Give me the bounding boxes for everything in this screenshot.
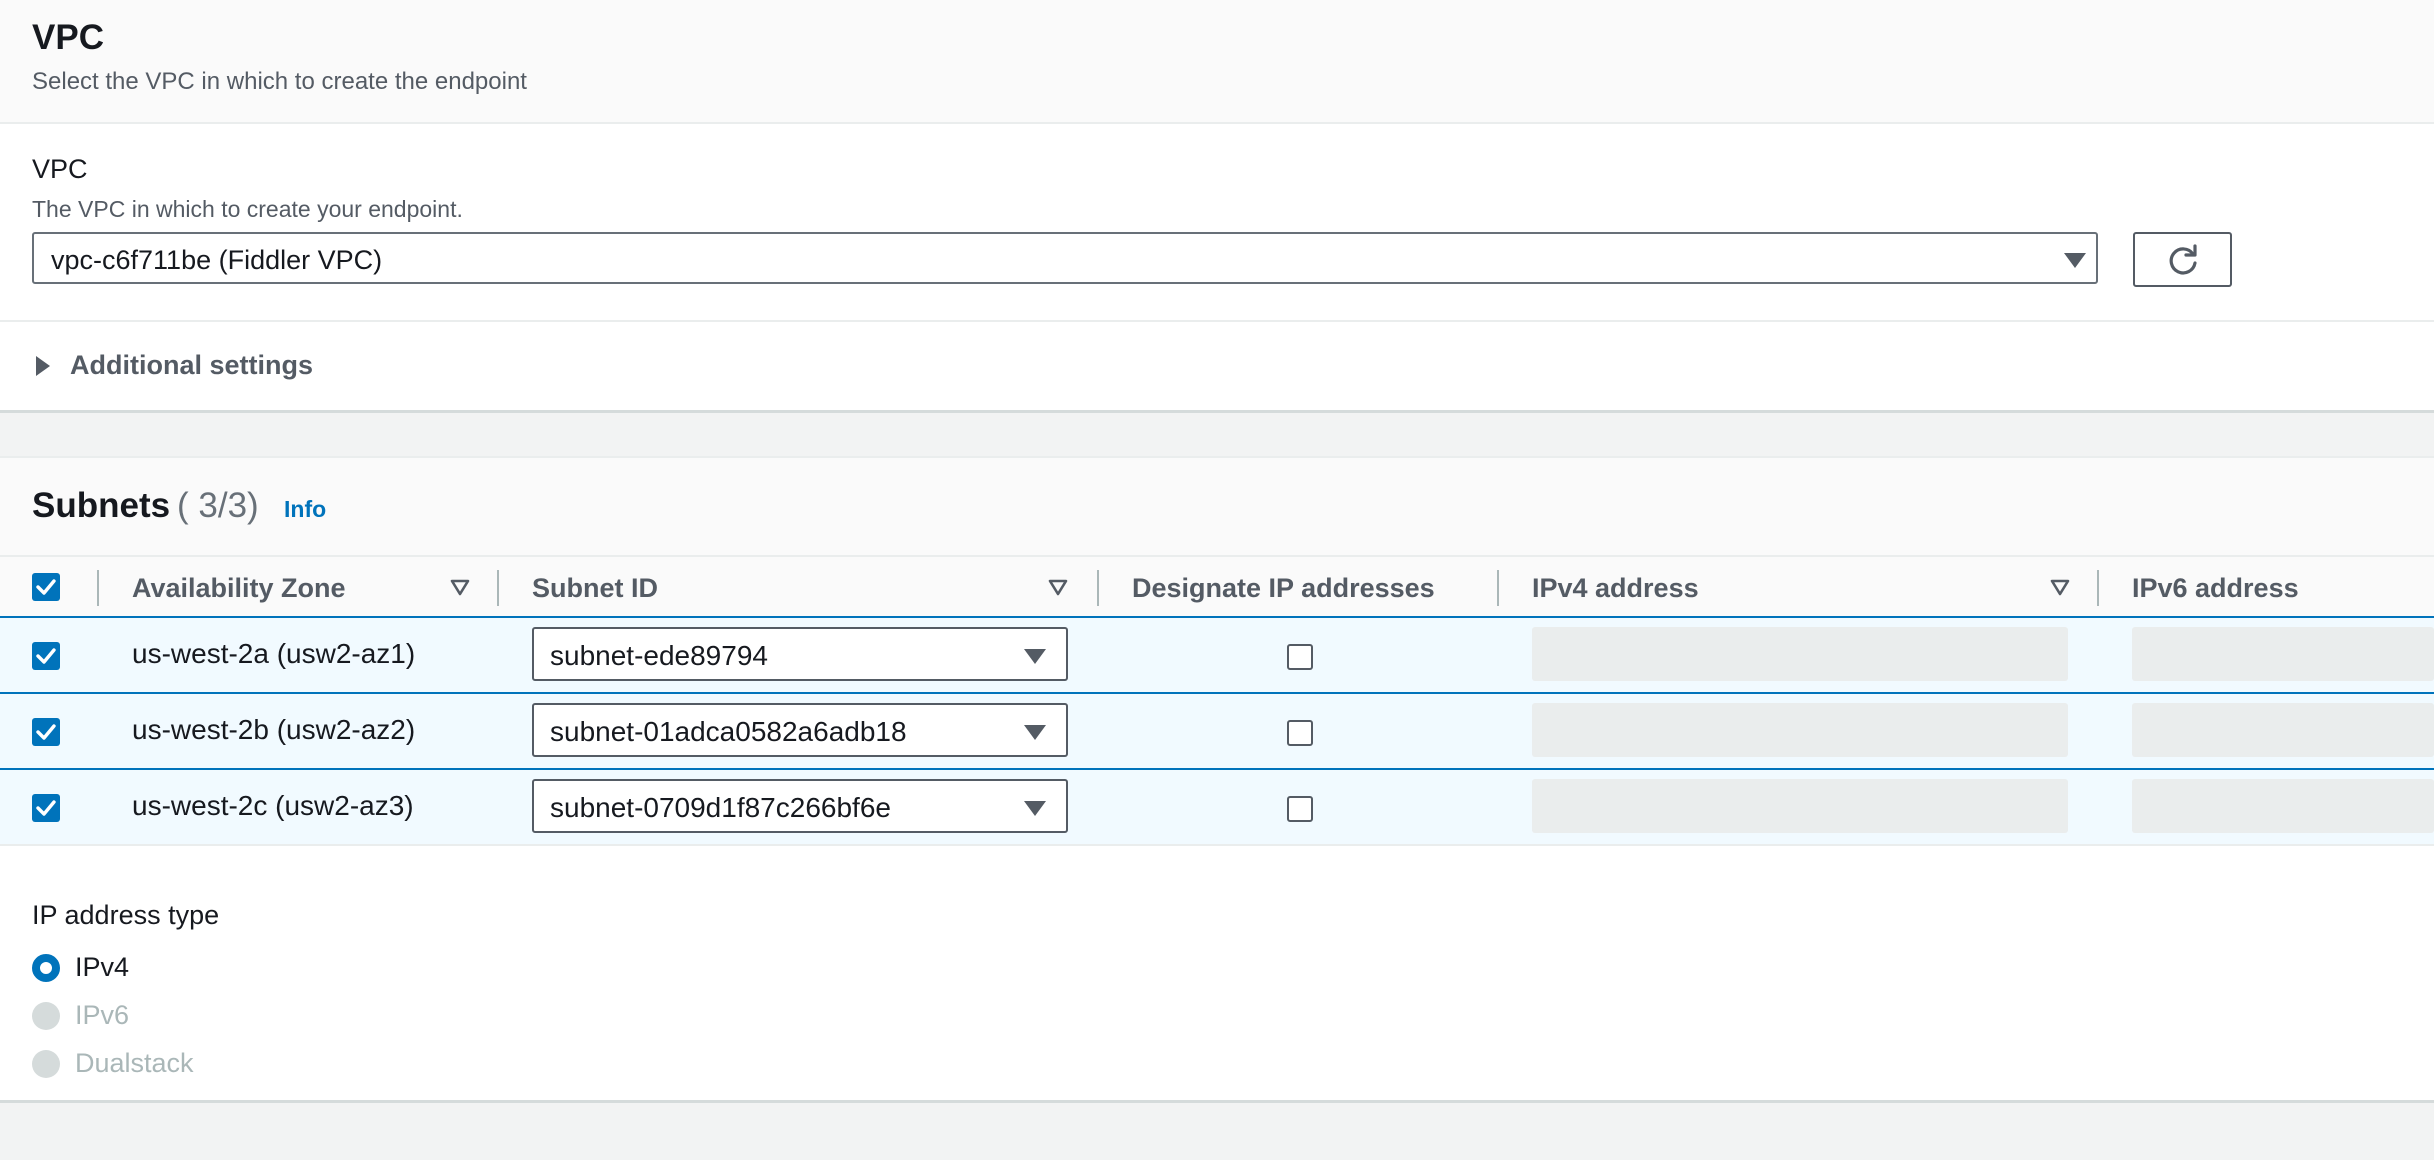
subnets-panel: Subnets ( 3/3) Info Availability Zone Su… xyxy=(0,456,2434,881)
column-header-ipv6-address: IPv6 address xyxy=(2132,573,2299,603)
availability-zone-cell: us-west-2a (usw2-az1) xyxy=(132,638,416,669)
column-separator xyxy=(97,570,99,606)
checkmark-icon xyxy=(36,579,56,595)
caret-down-icon xyxy=(1024,649,1046,664)
designate-ip-checkbox[interactable] xyxy=(1287,720,1313,746)
checkmark-icon xyxy=(36,648,56,664)
subnets-table-header: Availability Zone Subnet ID Designate IP… xyxy=(0,555,2434,618)
radio-ipv4[interactable] xyxy=(32,954,60,982)
sort-icon[interactable] xyxy=(1047,577,1069,597)
subnet-id-value: subnet-01adca0582a6adb18 xyxy=(550,716,907,747)
vpc-select-value: vpc-c6f711be (Fiddler VPC) xyxy=(51,245,383,275)
designate-ip-checkbox[interactable] xyxy=(1287,644,1313,670)
vpc-select[interactable]: vpc-c6f711be (Fiddler VPC) xyxy=(32,232,2098,284)
radio-ipv6[interactable] xyxy=(32,1002,60,1030)
refresh-button[interactable] xyxy=(2133,232,2232,287)
caret-down-icon xyxy=(1024,801,1046,816)
sort-icon[interactable] xyxy=(449,577,471,597)
ip-address-type-panel: IP address type IPv4 IPv6 Dualstack xyxy=(0,876,2434,1103)
sort-icon[interactable] xyxy=(2049,577,2071,597)
radio-dualstack[interactable] xyxy=(32,1050,60,1078)
column-header-subnet-id[interactable]: Subnet ID xyxy=(532,573,658,604)
subnet-id-select[interactable]: subnet-0709d1f87c266bf6e xyxy=(532,779,1068,833)
additional-settings-label: Additional settings xyxy=(70,350,313,380)
ipv4-address-input xyxy=(1532,779,2068,833)
refresh-icon xyxy=(2169,244,2197,275)
row-checkbox[interactable] xyxy=(32,718,60,746)
vpc-panel: VPC Select the VPC in which to create th… xyxy=(0,0,2434,413)
ipv6-address-input xyxy=(2132,779,2434,833)
vpc-section-title: VPC xyxy=(32,18,104,57)
radio-ipv6-label: IPv6 xyxy=(75,1000,130,1030)
column-header-designate-ip: Designate IP addresses xyxy=(1132,573,1435,603)
caret-right-icon xyxy=(36,356,50,376)
column-header-availability-zone[interactable]: Availability Zone xyxy=(132,573,346,604)
ipv4-address-input xyxy=(1532,703,2068,757)
subnet-id-select[interactable]: subnet-01adca0582a6adb18 xyxy=(532,703,1068,757)
divider xyxy=(0,320,2434,322)
checkmark-icon xyxy=(36,724,56,740)
table-row[interactable]: us-west-2b (usw2-az2) subnet-01adca0582a… xyxy=(0,694,2434,770)
caret-down-icon xyxy=(1024,725,1046,740)
checkmark-icon xyxy=(36,800,56,816)
column-separator[interactable] xyxy=(497,570,499,606)
ipv4-address-input xyxy=(1532,627,2068,681)
subnets-count: ( 3/3) xyxy=(177,486,259,525)
availability-zone-cell: us-west-2b (usw2-az2) xyxy=(132,714,416,745)
ipv6-address-input xyxy=(2132,703,2434,757)
vpc-section-header: VPC Select the VPC in which to create th… xyxy=(0,0,2434,124)
select-all-checkbox[interactable] xyxy=(32,573,60,601)
subnets-header: Subnets ( 3/3) Info xyxy=(0,458,2434,555)
subnets-title: Subnets xyxy=(32,486,171,525)
radio-dualstack-label: Dualstack xyxy=(75,1048,194,1078)
caret-down-icon xyxy=(2064,253,2086,268)
info-link[interactable]: Info xyxy=(284,496,326,523)
column-header-ipv4-address[interactable]: IPv4 address xyxy=(1532,573,1699,604)
vpc-field-label: VPC xyxy=(32,154,88,184)
row-checkbox[interactable] xyxy=(32,642,60,670)
ip-address-type-label: IP address type xyxy=(32,900,220,930)
column-separator[interactable] xyxy=(1097,570,1099,606)
ipv6-address-input xyxy=(2132,627,2434,681)
radio-ipv4-label[interactable]: IPv4 xyxy=(75,952,129,983)
table-row[interactable]: us-west-2c (usw2-az3) subnet-0709d1f87c2… xyxy=(0,770,2434,846)
designate-ip-checkbox[interactable] xyxy=(1287,796,1313,822)
subnet-id-value: subnet-0709d1f87c266bf6e xyxy=(550,792,891,823)
column-separator[interactable] xyxy=(1497,570,1499,606)
availability-zone-cell: us-west-2c (usw2-az3) xyxy=(132,790,414,821)
row-checkbox[interactable] xyxy=(32,794,60,822)
table-row[interactable]: us-west-2a (usw2-az1) subnet-ede89794 xyxy=(0,618,2434,694)
subnet-id-value: subnet-ede89794 xyxy=(550,640,768,671)
vpc-section-description: Select the VPC in which to create the en… xyxy=(32,68,527,95)
subnet-id-select[interactable]: subnet-ede89794 xyxy=(532,627,1068,681)
column-separator[interactable] xyxy=(2097,570,2099,606)
vpc-field-description: The VPC in which to create your endpoint… xyxy=(32,196,463,222)
